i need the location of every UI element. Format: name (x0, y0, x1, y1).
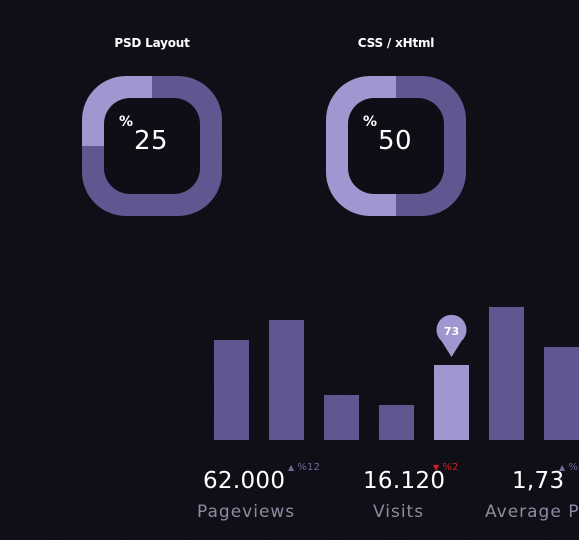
bar[interactable] (269, 320, 304, 440)
percent-value: 50 (378, 126, 413, 156)
highlight-value-label: 73 (444, 325, 459, 338)
ring-center: % 25 (104, 98, 200, 194)
gauge-title: CSS / xHtml (357, 36, 435, 50)
bar[interactable] (324, 395, 359, 440)
stat-value: 1,73 (512, 468, 565, 494)
stat-label: Visits (373, 502, 425, 522)
triangle-up-icon: ▲ (288, 463, 295, 472)
progress-ring: % 50 (326, 76, 466, 216)
percent-sign: % (119, 114, 134, 130)
stat-average: 1,73 Average P ▲%2 (485, 462, 579, 540)
stat-change: ▲%2 (559, 462, 579, 473)
percent-sign: % (363, 114, 378, 130)
stat-label: Average P (485, 502, 579, 522)
gauge-title: PSD Layout (114, 36, 190, 50)
stat-change: ▲ %12 (288, 462, 320, 473)
bar-highlighted[interactable] (434, 365, 469, 440)
bar[interactable] (379, 405, 414, 440)
stat-label: Pageviews (197, 502, 296, 522)
ring-center: % 50 (348, 98, 444, 194)
bar[interactable] (214, 340, 249, 440)
triangle-down-icon: ▼ (433, 463, 440, 472)
bar-chart: 73 (214, 307, 579, 440)
triangle-up-icon: ▲ (559, 463, 566, 472)
stat-change-value: %12 (297, 462, 321, 473)
bar[interactable] (544, 347, 579, 440)
stat-change: ▼ %2 (433, 462, 459, 473)
bar[interactable] (489, 307, 524, 440)
percent-value: 25 (134, 126, 169, 156)
stat-value: 62.000 (203, 468, 286, 494)
progress-ring: % 25 (82, 76, 222, 216)
stat-change-value: %2 (568, 462, 579, 473)
stat-change-value: %2 (442, 462, 459, 473)
